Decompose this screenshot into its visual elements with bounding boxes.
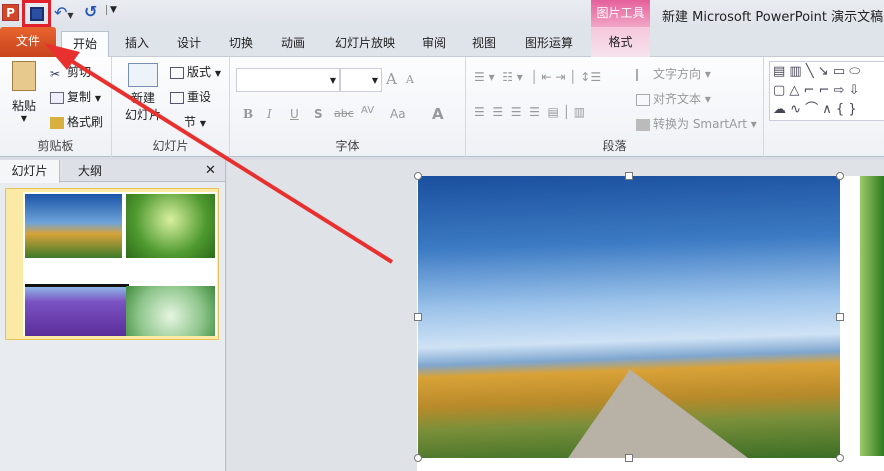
annotation-arrow (44, 43, 394, 264)
